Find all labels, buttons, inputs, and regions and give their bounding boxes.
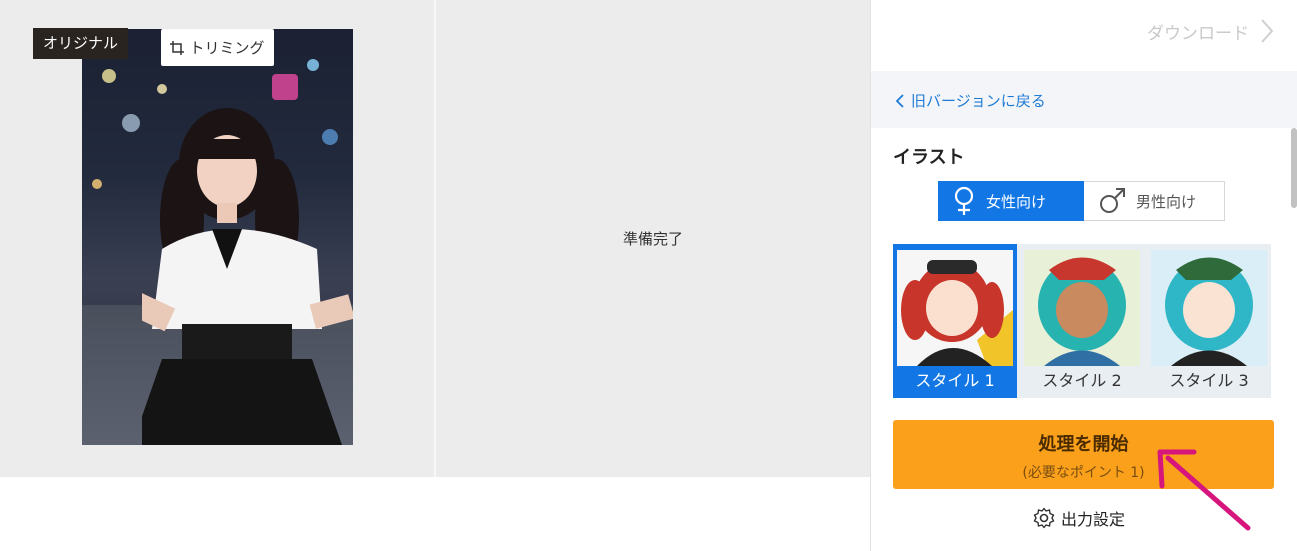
chevron-left-icon bbox=[895, 93, 904, 108]
start-button-points: (必要なポイント 1) bbox=[1022, 465, 1145, 481]
output-settings-label: 出力設定 bbox=[1061, 510, 1126, 529]
gear-icon bbox=[1033, 507, 1055, 529]
gender-female-label: 女性向け bbox=[986, 192, 1047, 211]
section-title: イラスト bbox=[893, 147, 965, 168]
gender-toggle: 女性向け 男性向け bbox=[938, 181, 1225, 221]
style-3-thumbnail bbox=[1151, 250, 1267, 366]
trim-button[interactable]: トリミング bbox=[161, 29, 274, 66]
back-bar: 旧バージョンに戻る bbox=[871, 71, 1297, 128]
start-button-label: 処理を開始 bbox=[1038, 434, 1129, 455]
style-card-1[interactable]: スタイル 1 bbox=[893, 244, 1017, 398]
original-photo bbox=[82, 29, 353, 445]
person-figure bbox=[142, 108, 353, 445]
style-card-2[interactable]: スタイル 2 bbox=[1020, 244, 1144, 398]
gender-male-button[interactable]: 男性向け bbox=[1084, 181, 1225, 221]
output-settings-button[interactable]: 出力設定 bbox=[1033, 506, 1125, 530]
settings-sidebar: ダウンロード 旧バージョンに戻る イラスト 女性向け 男性向け スタイル 1 ス… bbox=[871, 0, 1297, 551]
gender-male-label: 男性向け bbox=[1136, 192, 1197, 211]
style-1-label: スタイル 1 bbox=[915, 371, 995, 390]
female-symbol-icon bbox=[954, 186, 974, 215]
style-2-label: スタイル 2 bbox=[1042, 371, 1122, 390]
original-label-tag: オリジナル bbox=[33, 28, 129, 59]
gender-female-button[interactable]: 女性向け bbox=[938, 181, 1084, 221]
style-card-3[interactable]: スタイル 3 bbox=[1147, 244, 1271, 398]
result-status: 準備完了 bbox=[622, 230, 683, 248]
style-selector: スタイル 1 スタイル 2 スタイル 3 bbox=[893, 244, 1271, 398]
download-label: ダウンロード bbox=[1147, 23, 1249, 44]
app-root: オリジナル トリミング 準備完了 ダウンロード 旧バージョンに戻る イラスト 女… bbox=[0, 0, 1297, 551]
style-1-thumbnail bbox=[897, 250, 1013, 366]
trim-button-label: トリミング bbox=[189, 39, 265, 57]
back-to-old-version-link[interactable]: 旧バージョンに戻る bbox=[895, 90, 1046, 111]
original-panel: オリジナル トリミング bbox=[0, 0, 434, 477]
bottom-blank-area bbox=[0, 477, 870, 551]
back-link-label: 旧バージョンに戻る bbox=[911, 92, 1046, 110]
style-3-label: スタイル 3 bbox=[1169, 371, 1249, 390]
male-symbol-icon bbox=[1100, 188, 1125, 213]
download-button[interactable]: ダウンロード bbox=[1147, 18, 1275, 44]
chevron-right-icon bbox=[1261, 19, 1274, 43]
crop-icon bbox=[170, 40, 185, 55]
result-panel: 準備完了 bbox=[436, 0, 870, 477]
start-processing-button[interactable]: 処理を開始 (必要なポイント 1) bbox=[893, 420, 1274, 489]
style-2-thumbnail bbox=[1024, 250, 1140, 366]
sidebar-scrollbar[interactable] bbox=[1291, 128, 1297, 208]
